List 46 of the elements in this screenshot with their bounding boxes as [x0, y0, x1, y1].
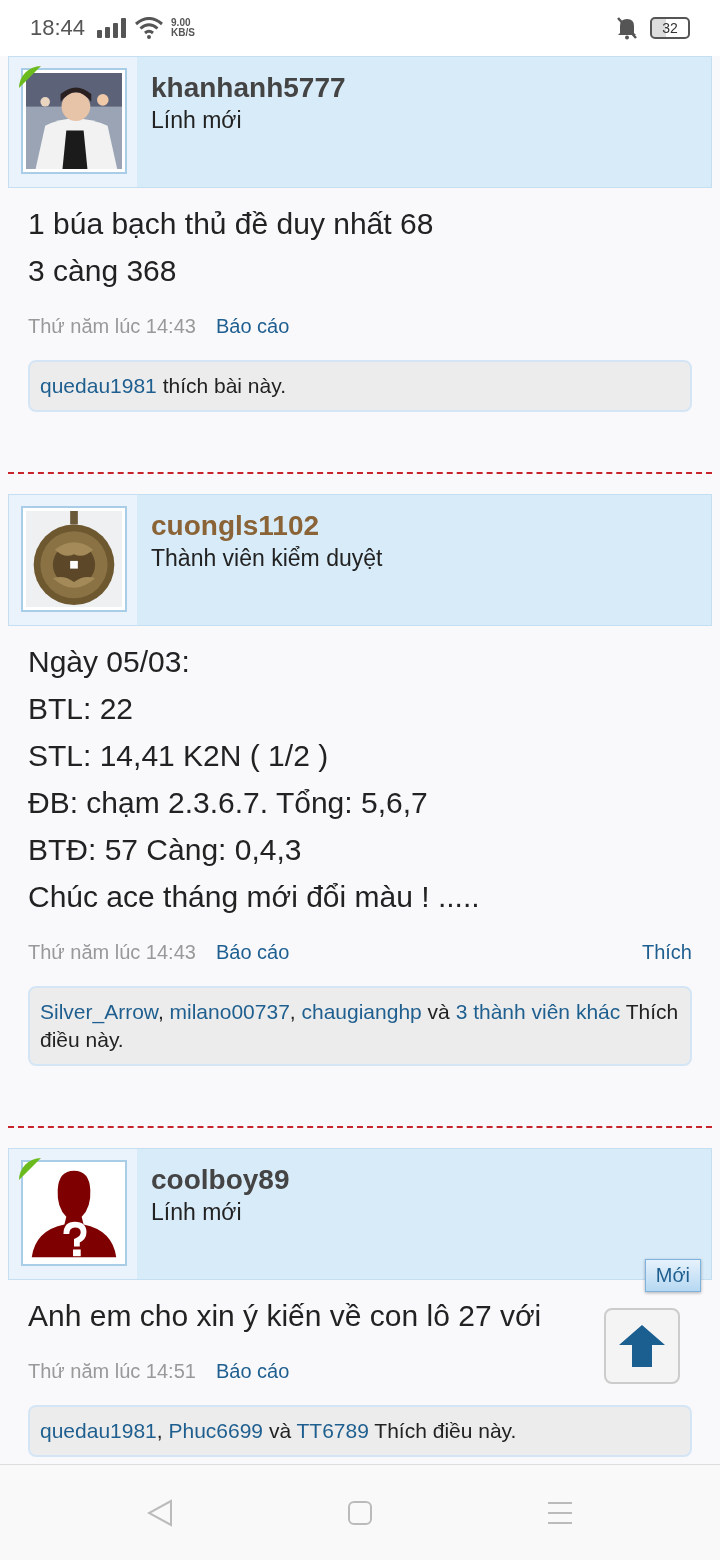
member-link[interactable]: TT6789	[296, 1419, 369, 1442]
member-link[interactable]: 3 thành viên khác	[455, 1000, 621, 1023]
user-title: Lính mới	[151, 1198, 243, 1227]
username[interactable]: coolboy89	[151, 1163, 290, 1197]
likes-text: Silver_Arrow, milano00737, chaugianghp và 3 thành viên khác Thích điều này.	[40, 999, 680, 1053]
post-text: Ngày 05/03:	[28, 644, 190, 680]
post-time: Thứ năm lúc 14:51	[28, 1359, 196, 1383]
like-link[interactable]: Thích	[641, 940, 692, 964]
new-label: Mới	[644, 1259, 701, 1292]
member-link[interactable]: quedau1981	[40, 374, 157, 397]
battery-icon: 32	[650, 17, 690, 39]
post-text: Anh em cho xin ý kiến về con lô 27 với	[28, 1298, 542, 1334]
report-link[interactable]: Báo cáo	[215, 314, 290, 338]
muted-bell-icon	[616, 16, 638, 40]
wifi-icon	[135, 17, 164, 39]
post-text: ĐB: chạm 2.3.6.7. Tổng: 5,6,7	[28, 785, 428, 821]
post-text: 3 càng 368	[28, 253, 177, 289]
speed-value: 9.00	[171, 18, 192, 28]
post-text: BTĐ: 57 Càng: 0,4,3	[28, 832, 302, 868]
member-link[interactable]: milano00737	[169, 1000, 290, 1023]
user-title: Thành viên kiểm duyệt	[151, 544, 383, 573]
scroll-to-top-button[interactable]	[604, 1308, 680, 1384]
up-arrow-icon	[619, 1325, 665, 1367]
likes-text: quedau1981 thích bài này.	[40, 373, 287, 399]
post-text: 1 búa bạch thủ đề duy nhất 68	[28, 206, 434, 242]
member-link[interactable]: quedau1981	[40, 1419, 157, 1442]
member-link[interactable]: Silver_Arrow	[40, 1000, 158, 1023]
report-link[interactable]: Báo cáo	[215, 940, 290, 964]
clock: 18:44	[30, 15, 86, 41]
post-time: Thứ năm lúc 14:43	[28, 940, 196, 964]
username[interactable]: cuongls1102	[151, 509, 383, 543]
user-title: Lính mới	[151, 106, 243, 135]
post-text: BTL: 22	[28, 691, 134, 727]
post-text: Chúc ace tháng mới đổi màu ! .....	[28, 879, 480, 915]
back-icon[interactable]	[147, 1498, 173, 1527]
member-link[interactable]: chaugianghp	[301, 1000, 422, 1023]
post-text: STL: 14,41 K2N ( 1/2 )	[28, 738, 329, 774]
username[interactable]: khanhanh5777	[151, 71, 346, 105]
menu-icon[interactable]	[547, 1500, 573, 1525]
member-link[interactable]: Phuc6699	[168, 1419, 264, 1442]
signal-icon	[97, 18, 128, 38]
report-link[interactable]: Báo cáo	[215, 1359, 290, 1383]
likes-text: quedau1981, Phuc6699 và TT6789 Thích điều này.	[40, 1418, 518, 1444]
speed-unit: KB/S	[171, 28, 195, 38]
home-icon[interactable]	[347, 1499, 373, 1526]
post-time: Thứ năm lúc 14:43	[28, 314, 196, 338]
